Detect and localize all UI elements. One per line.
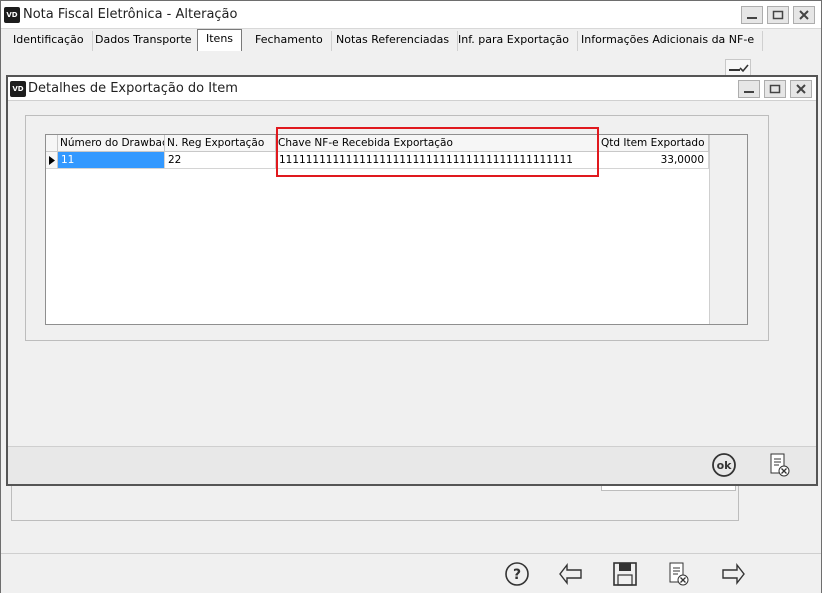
cancel-doc-icon xyxy=(766,451,794,479)
tab-strip: Identificação Dados Transporte Itens Fec… xyxy=(3,29,803,51)
save-icon xyxy=(611,560,639,588)
tab-inf-exportacao[interactable]: Inf. para Exportação xyxy=(450,31,578,51)
cell-reg-exportacao[interactable]: 22 xyxy=(165,152,276,169)
bottom-toolbar: ? xyxy=(1,553,821,593)
cancel-doc-icon xyxy=(665,560,693,588)
col-header-qtd-item[interactable]: Qtd Item Exportado xyxy=(599,135,709,152)
dialog-close-button[interactable] xyxy=(790,80,812,98)
minimize-icon xyxy=(743,84,755,94)
dialog-titlebar: VD Detalhes de Exportação do Item xyxy=(8,77,816,101)
grid-empty-area xyxy=(709,135,747,324)
save-button[interactable] xyxy=(611,560,639,588)
close-button[interactable] xyxy=(793,6,815,24)
maximize-icon xyxy=(769,84,781,94)
help-icon: ? xyxy=(503,560,531,588)
tab-itens[interactable]: Itens xyxy=(197,29,242,51)
next-button[interactable] xyxy=(719,560,747,588)
dialog-minimize-button[interactable] xyxy=(738,80,760,98)
dialog-title: Detalhes de Exportação do Item xyxy=(28,81,238,96)
col-header-drawback[interactable]: Número do Drawback xyxy=(58,135,165,152)
dialog-cancel-button[interactable] xyxy=(766,451,794,479)
row-indicator[interactable] xyxy=(46,152,58,169)
window-title: Nota Fiscal Eletrônica - Alteração xyxy=(23,7,237,22)
minimize-icon xyxy=(746,10,758,20)
cell-drawback[interactable]: 11 xyxy=(58,152,165,169)
tab-notas-referenciadas[interactable]: Notas Referenciadas xyxy=(328,31,458,51)
svg-text:?: ? xyxy=(513,567,521,583)
close-icon xyxy=(795,84,807,94)
previous-button[interactable] xyxy=(557,560,585,588)
chave-nfe-highlight xyxy=(276,127,599,177)
cell-qtd-item[interactable]: 33,0000 xyxy=(599,152,709,169)
app-logo: VD xyxy=(4,7,20,23)
tab-informacoes-adicionais[interactable]: Informações Adicionais da NF-e xyxy=(573,31,763,51)
arrow-right-icon xyxy=(719,560,747,588)
tab-dados-transporte[interactable]: Dados Transporte xyxy=(87,31,201,51)
maximize-button[interactable] xyxy=(767,6,789,24)
help-button[interactable]: ? xyxy=(503,560,531,588)
dialog-maximize-button[interactable] xyxy=(764,80,786,98)
tab-fechamento[interactable]: Fechamento xyxy=(247,31,332,51)
dialog-footer: ok xyxy=(8,446,816,484)
cancel-button[interactable] xyxy=(665,560,693,588)
row-pointer-icon xyxy=(49,156,56,165)
grid-corner xyxy=(46,135,58,152)
ok-button[interactable]: ok xyxy=(710,451,738,479)
col-header-reg-exportacao[interactable]: N. Reg Exportação xyxy=(165,135,276,152)
ok-icon: ok xyxy=(710,451,738,479)
maximize-icon xyxy=(772,10,784,20)
close-icon xyxy=(798,10,810,20)
tab-identificacao[interactable]: Identificação xyxy=(5,31,93,51)
arrow-left-icon xyxy=(557,560,585,588)
check-list-icon xyxy=(726,60,750,76)
svg-text:ok: ok xyxy=(717,459,733,472)
main-titlebar: VD Nota Fiscal Eletrônica - Alteração xyxy=(1,1,821,29)
dialog-logo: VD xyxy=(10,81,26,97)
export-details-dialog: VD Detalhes de Exportação do Item Número… xyxy=(6,75,818,486)
minimize-button[interactable] xyxy=(741,6,763,24)
